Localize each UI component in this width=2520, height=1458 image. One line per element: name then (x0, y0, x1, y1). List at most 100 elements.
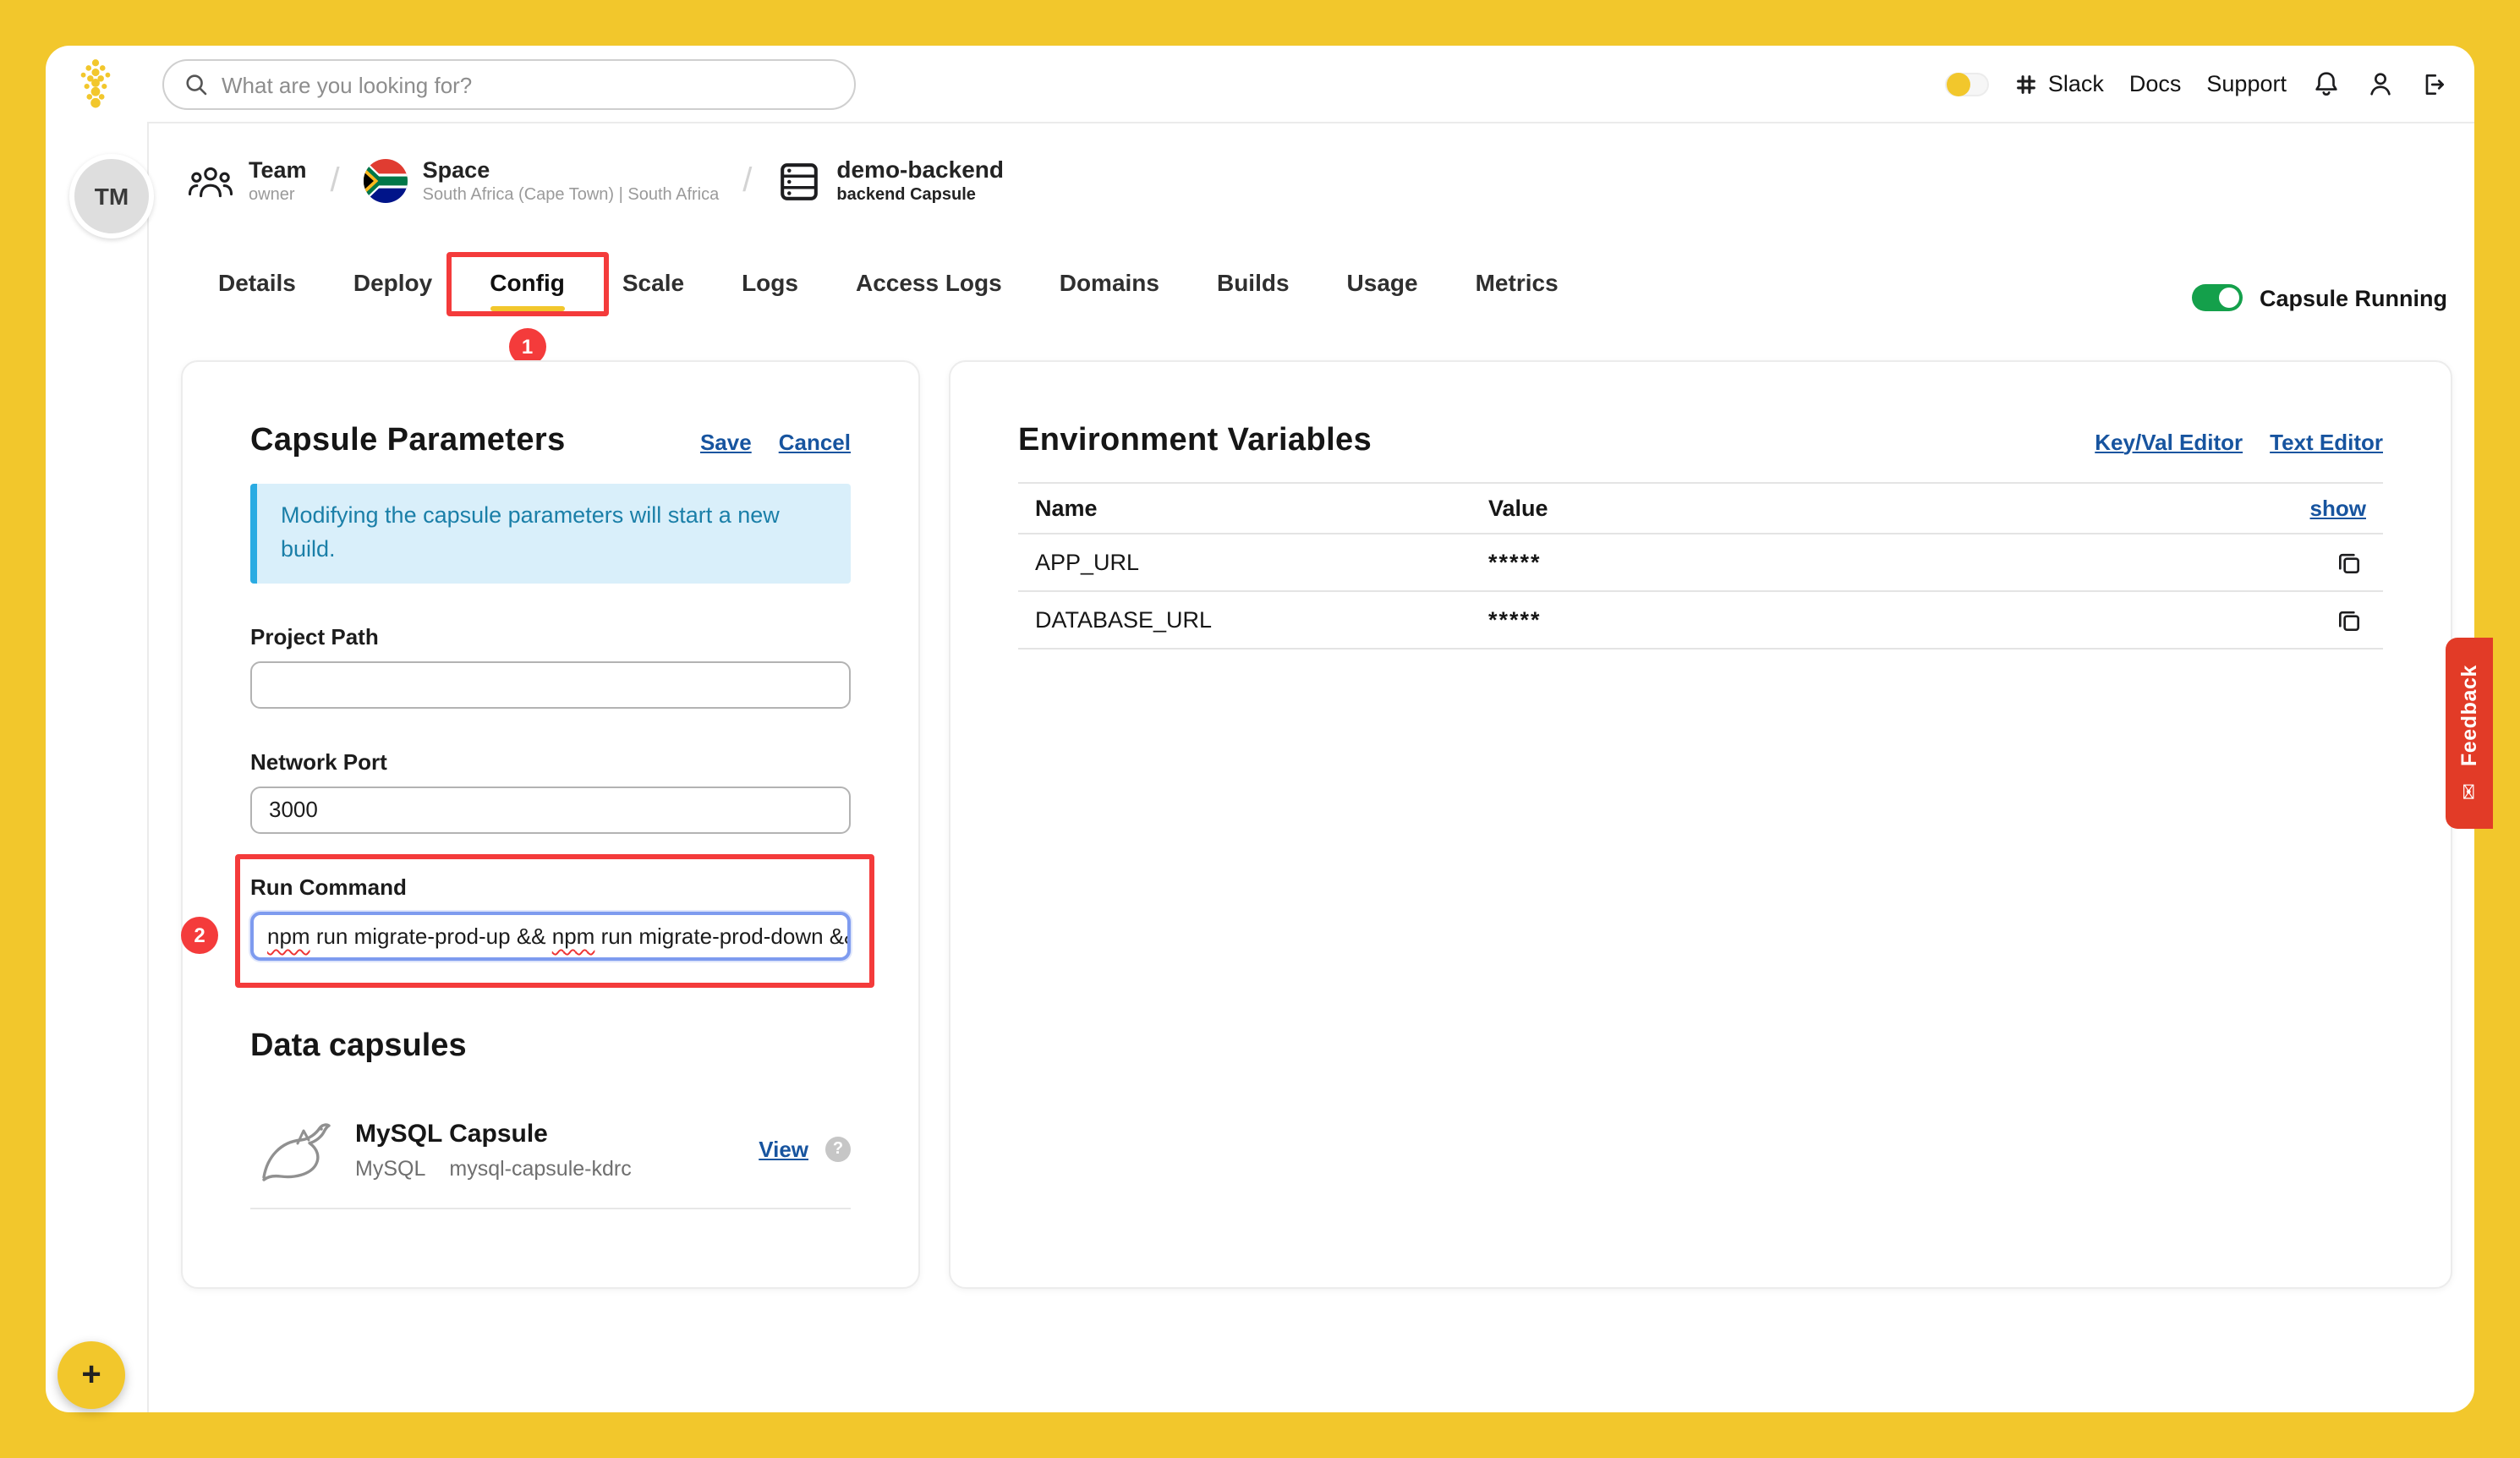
add-button[interactable]: + (58, 1341, 125, 1409)
breadcrumb: Team owner / (188, 144, 1004, 218)
tab-domains[interactable]: Domains (1060, 269, 1159, 311)
data-capsules-divider (250, 1207, 851, 1209)
tab-access-logs[interactable]: Access Logs (856, 269, 1002, 311)
show-values-link[interactable]: show (2310, 496, 2366, 521)
slack-icon (2014, 72, 2038, 96)
capsule-parameters-card: Capsule Parameters Save Cancel Modifying… (181, 360, 920, 1289)
feedback-label: Feedback (2457, 665, 2481, 766)
column-name: Name (1035, 496, 1488, 521)
environment-variables-title: Environment Variables (1018, 423, 1372, 460)
env-var-value: ***** (1488, 550, 2332, 575)
data-capsules-title: Data capsules (250, 1028, 851, 1065)
field-project-path: Project Path (250, 623, 851, 708)
text-editor-link[interactable]: Text Editor (2270, 429, 2383, 454)
capsule-parameters-head: Capsule Parameters Save Cancel (250, 423, 851, 460)
app-logo-icon[interactable] (68, 56, 123, 112)
search-input[interactable] (222, 72, 834, 97)
tab-scale[interactable]: Scale (622, 269, 684, 311)
user-icon (2366, 69, 2395, 98)
capsule-status-label: Capsule Running (2260, 285, 2447, 310)
field-run-command: Run Command npm run migrate-prod-up && n… (250, 874, 851, 960)
env-var-name: APP_URL (1035, 550, 1488, 575)
bell-icon (2312, 69, 2341, 98)
data-capsule-row: MySQL Capsule MySQL mysql-capsule-kdrc V… (250, 1109, 851, 1190)
tab-deploy[interactable]: Deploy (353, 269, 432, 311)
tab-usage[interactable]: Usage (1347, 269, 1418, 311)
info-message: Modifying the capsule parameters will st… (250, 484, 851, 583)
logout-icon (2420, 70, 2447, 97)
network-port-label: Network Port (250, 748, 851, 774)
app-window: Slack Docs Support (46, 46, 2474, 1412)
run-command-label: Run Command (250, 874, 851, 899)
topbar: Slack Docs Support (46, 46, 2474, 122)
run-command-input[interactable]: npm run migrate-prod-up && npm run migra… (250, 911, 851, 960)
page: Slack Docs Support (0, 0, 2520, 1458)
data-capsule-type: MySQL (355, 1156, 425, 1180)
space-title: Space (423, 157, 720, 183)
topbar-actions: Slack Docs Support (1945, 46, 2447, 122)
env-var-header-row: Name Value show (1018, 484, 2383, 534)
breadcrumb-separator: / (331, 162, 340, 200)
breadcrumb-separator: / (742, 162, 752, 200)
save-button[interactable]: Save (700, 429, 752, 454)
keyval-editor-link[interactable]: Key/Val Editor (2095, 429, 2243, 454)
cancel-button[interactable]: Cancel (779, 429, 851, 454)
theme-toggle-knob (1947, 72, 1970, 96)
support-link[interactable]: Support (2206, 71, 2287, 96)
team-title: Team (249, 157, 307, 183)
copy-icon[interactable] (2332, 545, 2366, 579)
breadcrumb-team[interactable]: Team owner (188, 157, 307, 205)
capsule-parameters-title: Capsule Parameters (250, 423, 566, 460)
capsule-icon (775, 158, 821, 204)
capsule-running-toggle[interactable] (2192, 284, 2243, 311)
project-path-input[interactable] (250, 660, 851, 708)
capsule-subtitle: backend Capsule (836, 186, 1004, 205)
feedback-tab[interactable]: Feedback ✉ (2446, 638, 2493, 829)
env-var-row: DATABASE_URL ***** (1018, 592, 2383, 650)
env-var-name: DATABASE_URL (1035, 607, 1488, 633)
view-data-capsule-link[interactable]: View (759, 1137, 808, 1162)
mysql-logo-icon (250, 1109, 331, 1190)
envelope-icon: ✉ (2459, 783, 2479, 800)
data-capsule-name: MySQL Capsule (355, 1119, 632, 1148)
toggle-knob (2219, 288, 2239, 308)
header-divider (147, 122, 2474, 123)
breadcrumb-space[interactable]: Space South Africa (Cape Town) | South A… (364, 157, 720, 205)
tab-logs[interactable]: Logs (742, 269, 798, 311)
slack-label: Slack (2048, 71, 2104, 96)
data-capsule-instance: mysql-capsule-kdrc (449, 1156, 631, 1180)
tab-details[interactable]: Details (218, 269, 296, 311)
tab-builds[interactable]: Builds (1217, 269, 1290, 311)
team-subtitle: owner (249, 186, 307, 205)
team-avatar[interactable]: TM (69, 154, 154, 238)
capsule-title: demo-backend (836, 157, 1004, 183)
copy-icon[interactable] (2332, 603, 2366, 637)
account-button[interactable] (2366, 69, 2395, 98)
capsule-status: Capsule Running (2192, 284, 2447, 311)
env-var-value: ***** (1488, 607, 2332, 633)
environment-variables-head: Environment Variables Key/Val Editor Tex… (1018, 423, 2383, 460)
env-var-row: APP_URL ***** (1018, 534, 2383, 592)
sidebar-divider (147, 122, 149, 1412)
tab-config-wrap: Config 1 (490, 269, 565, 311)
project-path-label: Project Path (250, 623, 851, 649)
annotation-badge-step-2: 2 (181, 916, 218, 953)
notifications-button[interactable] (2312, 69, 2341, 98)
tab-metrics[interactable]: Metrics (1476, 269, 1559, 311)
tab-config[interactable]: Config (490, 269, 565, 311)
south-africa-flag-icon (364, 159, 408, 203)
docs-link[interactable]: Docs (2129, 71, 2182, 96)
search-box (162, 59, 856, 110)
theme-toggle[interactable] (1945, 72, 1989, 96)
env-var-table: Name Value show APP_URL ***** DATABASE_U… (1018, 482, 2383, 650)
column-value: Value (1488, 496, 2310, 521)
space-subtitle: South Africa (Cape Town) | South Africa (423, 186, 720, 205)
team-icon (188, 162, 233, 200)
network-port-input[interactable] (250, 786, 851, 833)
breadcrumb-capsule[interactable]: demo-backend backend Capsule (775, 157, 1004, 205)
logout-button[interactable] (2420, 70, 2447, 97)
slack-link[interactable]: Slack (2014, 71, 2104, 96)
search-icon (184, 73, 208, 96)
help-icon[interactable]: ? (825, 1137, 851, 1162)
field-network-port: Network Port (250, 748, 851, 833)
